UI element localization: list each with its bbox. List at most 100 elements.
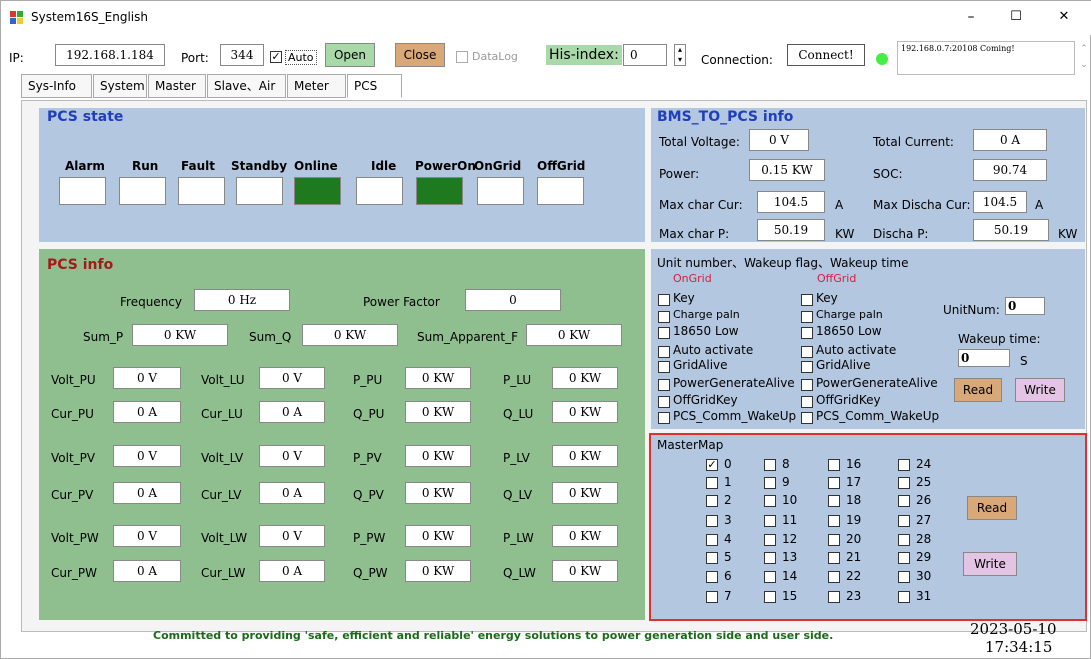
flag-checkbox-ongrid[interactable] [658, 412, 670, 424]
unit-write-button[interactable]: Write [1015, 378, 1065, 402]
mastermap-read-button[interactable]: Read [967, 496, 1017, 520]
pcs-metric-value: 0 KW [405, 525, 471, 547]
mastermap-checkbox-27[interactable] [898, 515, 910, 527]
mastermap-checkbox-13[interactable] [764, 552, 776, 564]
pcs-metric-value: 0 KW [405, 445, 471, 467]
mastermap-label-10: 10 [782, 493, 798, 507]
mastermap-label-9: 9 [782, 475, 790, 489]
mastermap-checkbox-11[interactable] [764, 515, 776, 527]
mastermap-checkbox-28[interactable] [898, 534, 910, 546]
mastermap-label-24: 24 [916, 457, 932, 471]
pcs-metric-label: Volt_LU [201, 373, 245, 387]
mastermap-checkbox-22[interactable] [828, 571, 840, 583]
his-index-spinner[interactable]: ▴ ▾ [674, 44, 686, 66]
flag-label-offgrid: OffGridKey [816, 393, 881, 407]
flag-checkbox-ongrid[interactable] [658, 346, 670, 358]
mastermap-title: MasterMap [657, 438, 724, 452]
pcs-state-label: PowerOn [415, 159, 476, 173]
minimize-button[interactable]: – [956, 5, 986, 29]
flag-checkbox-offgrid[interactable] [801, 412, 813, 424]
unit-read-button[interactable]: Read [954, 378, 1002, 402]
flag-checkbox-offgrid[interactable] [801, 327, 813, 339]
flag-checkbox-ongrid[interactable] [658, 294, 670, 306]
tab-system[interactable]: System [93, 74, 147, 98]
mastermap-checkbox-9[interactable] [764, 477, 776, 489]
mastermap-checkbox-21[interactable] [828, 552, 840, 564]
mastermap-checkbox-4[interactable] [706, 534, 718, 546]
pcs-metric-value: 0 KW [405, 401, 471, 423]
tab-pcs[interactable]: PCS [347, 74, 402, 98]
mastermap-checkbox-29[interactable] [898, 552, 910, 564]
mastermap-checkbox-23[interactable] [828, 591, 840, 603]
mastermap-label-8: 8 [782, 457, 790, 471]
tab-master[interactable]: Master [148, 74, 206, 98]
his-index-input[interactable]: 0 [623, 44, 667, 66]
his-index-label: His-index: [546, 45, 622, 65]
tab-sysinfo[interactable]: Sys-Info [21, 74, 92, 98]
mastermap-checkbox-14[interactable] [764, 571, 776, 583]
pcs-state-label: OffGrid [537, 159, 586, 173]
mastermap-checkbox-6[interactable] [706, 571, 718, 583]
ip-input[interactable]: 192.168.1.184 [55, 44, 165, 66]
pcs-metric-value: 0 A [113, 560, 181, 582]
tab-slaveair[interactable]: Slave、Air [207, 74, 286, 98]
close-window-button[interactable]: ✕ [1049, 5, 1079, 29]
mastermap-checkbox-3[interactable] [706, 515, 718, 527]
mastermap-label-25: 25 [916, 475, 932, 489]
mastermap-label-31: 31 [916, 589, 932, 603]
mastermap-checkbox-2[interactable] [706, 495, 718, 507]
log-scroll-icon[interactable]: ⌃ ⌄ [1079, 41, 1089, 75]
mastermap-checkbox-20[interactable] [828, 534, 840, 546]
mastermap-checkbox-7[interactable] [706, 591, 718, 603]
flag-checkbox-offgrid[interactable] [801, 379, 813, 391]
flag-checkbox-ongrid[interactable] [658, 379, 670, 391]
mastermap-checkbox-12[interactable] [764, 534, 776, 546]
mastermap-write-button[interactable]: Write [963, 552, 1017, 576]
mastermap-checkbox-25[interactable] [898, 477, 910, 489]
pcs-metric-value: 0 V [113, 525, 181, 547]
discha-p-unit: KW [1058, 227, 1078, 241]
mastermap-checkbox-1[interactable] [706, 477, 718, 489]
mastermap-checkbox-26[interactable] [898, 495, 910, 507]
flag-checkbox-ongrid[interactable] [658, 396, 670, 408]
pcs-state-label: OnGrid [474, 159, 522, 173]
mastermap-checkbox-10[interactable] [764, 495, 776, 507]
open-button[interactable]: Open [325, 43, 375, 67]
flag-checkbox-offgrid[interactable] [801, 294, 813, 306]
max-discha-cur-unit: A [1035, 198, 1044, 212]
close-connection-button[interactable]: Close [395, 43, 445, 67]
mastermap-checkbox-18[interactable] [828, 495, 840, 507]
mastermap-checkbox-31[interactable] [898, 591, 910, 603]
port-input[interactable]: 344 [220, 44, 264, 66]
auto-checkbox[interactable]: ✓ [270, 51, 282, 63]
flag-checkbox-offgrid[interactable] [801, 311, 813, 323]
flag-checkbox-ongrid[interactable] [658, 327, 670, 339]
flag-label-ongrid: Key [673, 291, 695, 305]
mastermap-checkbox-5[interactable] [706, 552, 718, 564]
mastermap-checkbox-19[interactable] [828, 515, 840, 527]
mastermap-checkbox-8[interactable] [764, 459, 776, 471]
unitnum-input[interactable]: 0 [1005, 297, 1045, 315]
flag-label-offgrid: PowerGenerateAlive [816, 376, 938, 390]
mastermap-checkbox-15[interactable] [764, 591, 776, 603]
tab-meter[interactable]: Meter [287, 74, 346, 98]
mastermap-checkbox-17[interactable] [828, 477, 840, 489]
flag-checkbox-ongrid[interactable] [658, 361, 670, 373]
flag-checkbox-offgrid[interactable] [801, 396, 813, 408]
flag-checkbox-ongrid[interactable] [658, 311, 670, 323]
mastermap-label-19: 19 [846, 513, 862, 527]
flag-checkbox-offgrid[interactable] [801, 346, 813, 358]
datalog-checkbox[interactable] [456, 51, 468, 63]
flag-label-offgrid: Auto activate [816, 343, 897, 357]
flag-label-offgrid: Charge paln [816, 308, 883, 321]
wakeup-time-input[interactable]: 0 [958, 349, 1010, 367]
mastermap-checkbox-24[interactable] [898, 459, 910, 471]
mastermap-checkbox-30[interactable] [898, 571, 910, 583]
sum-apparent-value: 0 KW [526, 324, 622, 346]
mastermap-checkbox-16[interactable] [828, 459, 840, 471]
mastermap-label-1: 1 [724, 475, 732, 489]
pcs-metric-value: 0 A [259, 482, 325, 504]
mastermap-checkbox-0[interactable]: ✓ [706, 459, 718, 471]
flag-checkbox-offgrid[interactable] [801, 361, 813, 373]
maximize-button[interactable]: ☐ [1001, 5, 1031, 29]
